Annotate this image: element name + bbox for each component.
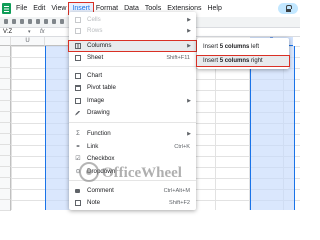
menu-item-label: Link (87, 143, 99, 150)
chevron-down-icon[interactable]: ▾ (28, 29, 31, 35)
dropdown-icon: ⊙ (75, 169, 81, 175)
menu-item-label: Pivot table (87, 84, 116, 91)
menu-edit[interactable]: Edit (30, 3, 48, 14)
menu-item-shortcut: Ctrl+K (174, 144, 190, 150)
menu-item-label: Note (87, 199, 101, 206)
lock-icon (285, 5, 292, 12)
function-icon: Σ (76, 131, 80, 137)
column-header-u[interactable]: U (11, 37, 45, 46)
menu-item-link[interactable]: ⚭ Link Ctrl+K (69, 142, 196, 152)
menu-item-label: Checkbox (87, 155, 115, 162)
row-header[interactable] (0, 134, 11, 145)
menu-item-comment[interactable]: Comment Ctrl+Alt+M (69, 186, 196, 196)
row-header[interactable] (0, 123, 11, 134)
fx-icon: fx (40, 29, 45, 35)
row-header[interactable] (0, 46, 11, 57)
menu-item-label: Drawing (87, 109, 110, 116)
menu-item-function[interactable]: Σ Function ▶ (69, 129, 196, 139)
chart-icon (75, 73, 81, 79)
row-header[interactable] (0, 90, 11, 101)
menu-item-label: Columns (87, 42, 112, 49)
menu-item-label: Cells (87, 16, 101, 23)
column-header-v[interactable] (45, 37, 70, 46)
menu-item-dropdown[interactable]: ⊙ Dropdown (69, 167, 196, 177)
menu-item-chart[interactable]: Chart (69, 71, 196, 81)
drawing-icon (75, 110, 80, 116)
row-header[interactable] (0, 200, 11, 211)
menu-help[interactable]: Help (204, 3, 224, 14)
menu-item-sheet[interactable]: Sheet Shift+F11 (69, 53, 196, 63)
row-header[interactable] (0, 112, 11, 123)
menu-item-columns[interactable]: Columns ▶ (68, 40, 197, 52)
chevron-right-icon: ▶ (187, 43, 191, 49)
chevron-right-icon: ▶ (187, 17, 191, 23)
chevron-right-icon: ▶ (187, 98, 191, 104)
menu-view[interactable]: View (48, 3, 69, 14)
insert-columns-right-option[interactable]: Insert 5 columns right (196, 55, 290, 67)
menu-item-cells: Cells ▶ (69, 15, 196, 25)
menu-item-label: Chart (87, 72, 103, 79)
menu-item-shortcut: Shift+F2 (169, 200, 190, 206)
menu-item-label: Image (87, 97, 105, 104)
cells-icon (75, 17, 81, 23)
percent-icon[interactable] (52, 19, 56, 24)
currency-icon[interactable] (44, 19, 48, 24)
share-button[interactable] (278, 3, 298, 14)
rows-icon (75, 28, 81, 34)
menu-divider (69, 66, 196, 67)
undo-icon[interactable] (4, 19, 8, 24)
note-icon (75, 200, 81, 206)
menu-divider (69, 122, 196, 123)
selected-column-range[interactable] (250, 46, 295, 210)
image-icon (75, 98, 81, 104)
menu-item-note[interactable]: Note Shift+F2 (69, 198, 196, 208)
row-header[interactable] (0, 145, 11, 156)
insert-columns-left-option[interactable]: Insert 5 columns left (197, 42, 289, 52)
insert-menu: Cells ▶ Rows ▶ Columns ▶ Sheet Shift+F11… (68, 12, 197, 210)
menu-item-pivot-table[interactable]: Pivot table (69, 83, 196, 93)
menu-file[interactable]: File (13, 3, 30, 14)
menu-item-shortcut: Ctrl+Alt+M (163, 188, 190, 194)
menu-item-label: Function (87, 130, 111, 137)
menu-item-label: Comment (87, 187, 114, 194)
corner-cell[interactable] (0, 37, 11, 46)
chevron-right-icon: ▶ (187, 28, 191, 34)
print-icon[interactable] (20, 19, 24, 24)
menu-item-checkbox[interactable]: ☑ Checkbox (69, 154, 196, 164)
columns-icon (75, 43, 81, 49)
menu-item-label: Dropdown (87, 168, 116, 175)
menu-item-rows: Rows ▶ (69, 26, 196, 36)
menu-item-drawing[interactable]: Drawing (69, 108, 196, 118)
menu-item-label: Rows (87, 27, 103, 34)
redo-icon[interactable] (12, 19, 16, 24)
comment-icon (75, 188, 80, 193)
menu-item-image[interactable]: Image ▶ (69, 96, 196, 106)
menu-divider (69, 180, 196, 181)
checkbox-icon: ☑ (75, 156, 81, 162)
row-header[interactable] (0, 57, 11, 68)
menu-item-shortcut: Shift+F11 (166, 55, 190, 61)
row-header[interactable] (0, 178, 11, 189)
name-box[interactable]: V:Z (3, 28, 12, 36)
chevron-right-icon: ▶ (187, 131, 191, 137)
paint-format-icon[interactable] (28, 19, 32, 24)
submenu-item-label: Insert 5 columns right (203, 58, 263, 64)
sheet-icon (75, 55, 81, 61)
row-header[interactable] (0, 101, 11, 112)
zoom-icon[interactable] (36, 19, 40, 24)
submenu-item-label: Insert 5 columns left (203, 44, 260, 50)
row-header[interactable] (0, 189, 11, 200)
decimal-icon[interactable] (60, 19, 64, 24)
columns-submenu: Insert 5 columns left Insert 5 columns r… (196, 38, 290, 69)
sheets-logo-icon[interactable] (2, 3, 11, 14)
link-icon: ⚭ (75, 144, 81, 150)
row-header[interactable] (0, 156, 11, 167)
selected-column-range[interactable] (45, 46, 71, 210)
row-header[interactable] (0, 68, 11, 79)
row-header[interactable] (0, 79, 11, 90)
menu-item-label: Sheet (87, 54, 104, 61)
pivot-table-icon (75, 85, 81, 91)
row-header[interactable] (0, 167, 11, 178)
